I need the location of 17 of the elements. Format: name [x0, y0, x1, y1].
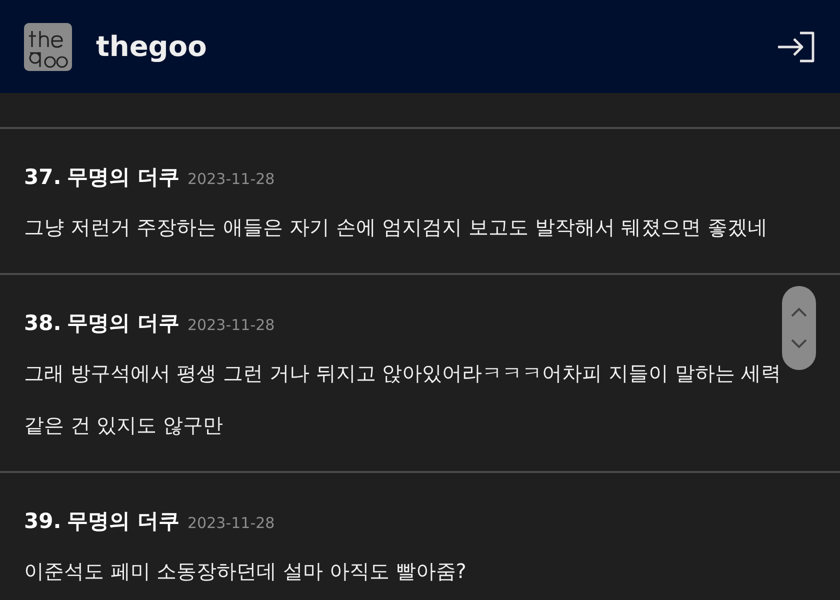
scroll-down-icon[interactable] — [791, 339, 807, 349]
comment-author: 무명의 더쿠 — [67, 508, 180, 535]
login-icon[interactable] — [776, 30, 816, 62]
comment-date: 2023-11-28 — [188, 170, 275, 188]
comment-date: 2023-11-28 — [188, 316, 275, 334]
comment-author: 무명의 더쿠 — [67, 164, 180, 191]
comment-number: 37. — [24, 165, 62, 189]
logo-icon[interactable] — [24, 22, 72, 70]
scroll-up-icon[interactable] — [791, 307, 807, 317]
comment-date: 2023-11-28 — [188, 514, 275, 532]
comment-text: 그냥 저런거 주장하는 애들은 자기 손에 엄지검지 보고도 발작해서 뒈졌으면 좋겠네 — [24, 214, 769, 241]
comment-author: 무명의 더쿠 — [67, 310, 180, 337]
comment-text: 이준석도 페미 소동장하던데 설마 아직도 빨아줌? — [24, 558, 468, 585]
site-name[interactable]: thegoo — [96, 30, 752, 63]
comment-number: 38. — [24, 311, 62, 335]
comment-number: 39. — [24, 509, 62, 533]
comment-text: 그래 방구석에서 평생 그런 거나 뒤지고 앉아있어라ㅋㅋㅋ어차피 지들이 말하는 세력 같은 건 있지도 않구만 — [24, 360, 782, 439]
